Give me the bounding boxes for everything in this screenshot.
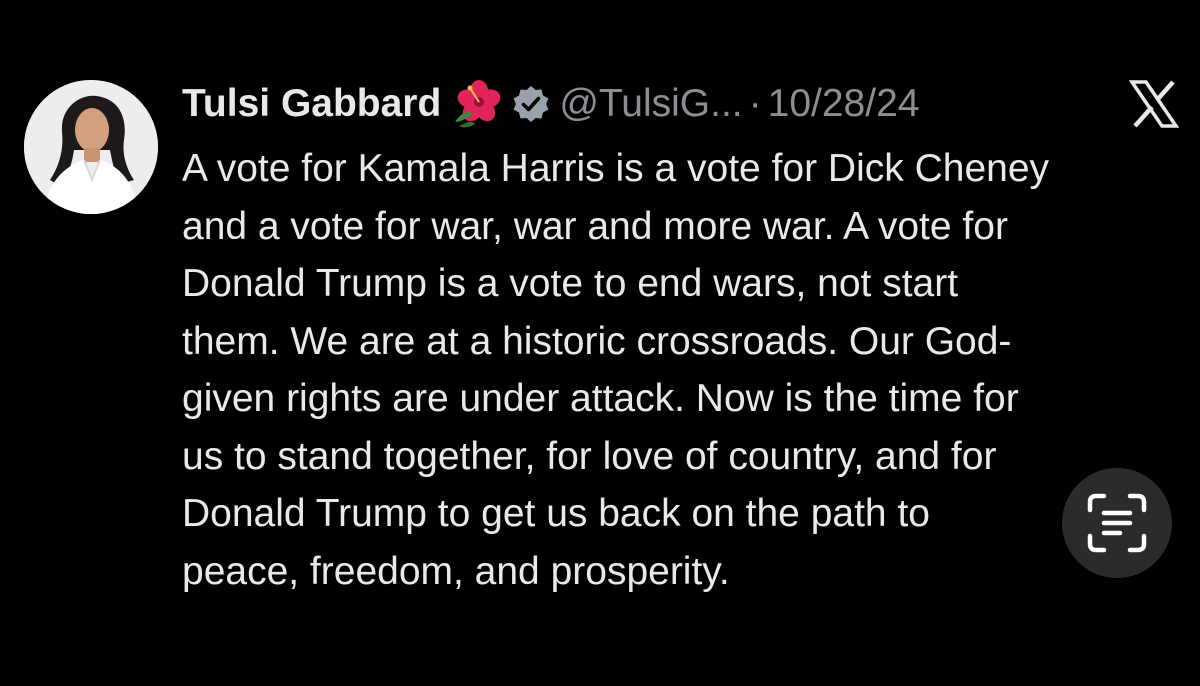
live-text-button[interactable] — [1062, 468, 1172, 578]
avatar-image — [24, 80, 158, 214]
avatar[interactable] — [24, 80, 158, 214]
verified-badge-icon — [511, 84, 551, 124]
tweet-card[interactable]: Tulsi Gabbard @TulsiG... · 10/28/24 A vo… — [0, 0, 1200, 686]
tweet-text-line: A vote for Kamala Harris is a vote for D… — [182, 147, 1050, 190]
author-handle[interactable]: @TulsiG... — [559, 82, 742, 126]
hibiscus-emoji-icon — [451, 78, 503, 130]
x-logo-icon[interactable] — [1128, 80, 1180, 128]
tweet-text-line: and a vote for war, war and more war. A … — [182, 204, 1008, 248]
tweet-date[interactable]: 10/28/24 — [768, 82, 920, 126]
tweet-text-line: Donald Trump is a vote to end wars, not … — [182, 262, 959, 305]
tweet-text-line: us to stand together, for love of countr… — [182, 434, 997, 478]
live-text-icon — [1087, 493, 1147, 553]
tweet-text-line: given rights are under attack. Now is th… — [182, 377, 1019, 420]
header-separator: · — [748, 82, 762, 125]
tweet-text-line: them. We are at a historic crossroads. O… — [182, 319, 1012, 363]
tweet-text-line: peace, freedom, and prosperity. — [182, 549, 730, 593]
tweet-text-line: Donald Trump to get us back on the path … — [182, 492, 930, 535]
tweet-text: A vote for Kamala Harris is a vote for D… — [182, 140, 1182, 600]
tweet-header: Tulsi Gabbard @TulsiG... · 10/28/24 — [182, 76, 919, 132]
author-display-name[interactable]: Tulsi Gabbard — [182, 82, 441, 126]
